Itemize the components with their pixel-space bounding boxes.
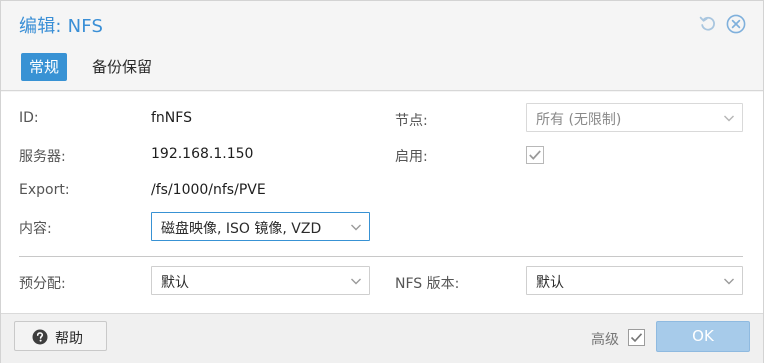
- server-label: 服务器:: [19, 149, 66, 165]
- advanced-label: 高级: [591, 332, 619, 348]
- preallocation-label: 预分配:: [19, 276, 66, 292]
- edit-nfs-dialog: 编辑: NFS 常规 备份保留 ID: fnNFS 服务器: 192.168.1…: [0, 0, 764, 363]
- chevron-down-icon[interactable]: [350, 275, 362, 287]
- tab-general[interactable]: 常规: [21, 53, 68, 81]
- refresh-icon[interactable]: [698, 14, 718, 34]
- export-label: Export:: [19, 182, 70, 198]
- enable-checkbox[interactable]: [526, 146, 544, 164]
- nfs-version-select-value: 默认: [536, 275, 564, 291]
- content-select-value: 磁盘映像, ISO 镜像, VZD: [161, 221, 322, 237]
- section-divider: [19, 256, 743, 257]
- id-label: ID:: [19, 110, 39, 126]
- server-value: 192.168.1.150: [151, 146, 254, 162]
- ok-button[interactable]: OK: [656, 321, 750, 352]
- content-select[interactable]: 磁盘映像, ISO 镜像, VZD: [151, 212, 370, 241]
- question-circle-icon: [32, 329, 48, 345]
- nfs-version-select[interactable]: 默认: [526, 266, 743, 295]
- close-icon[interactable]: [726, 14, 746, 34]
- export-value: /fs/1000/nfs/PVE: [151, 182, 266, 198]
- tab-backup-retention[interactable]: 备份保留: [84, 53, 160, 81]
- chevron-down-icon[interactable]: [350, 221, 362, 233]
- help-button[interactable]: 帮助: [14, 321, 107, 351]
- content-label: 内容:: [19, 221, 52, 237]
- general-panel: ID: fnNFS 服务器: 192.168.1.150 Export: /fs…: [1, 92, 763, 313]
- title-bar: 编辑: NFS: [1, 1, 763, 47]
- node-label: 节点:: [395, 113, 428, 129]
- advanced-checkbox[interactable]: [628, 329, 645, 346]
- chevron-down-icon[interactable]: [723, 112, 735, 124]
- help-button-label: 帮助: [55, 331, 83, 347]
- chevron-down-icon[interactable]: [723, 275, 735, 287]
- tab-bar: 常规 备份保留: [1, 47, 763, 91]
- node-select[interactable]: 所有 (无限制): [526, 103, 743, 132]
- preallocation-select-value: 默认: [161, 275, 189, 291]
- enable-label: 启用:: [395, 149, 428, 165]
- id-value: fnNFS: [151, 110, 192, 126]
- dialog-title: 编辑: NFS: [19, 16, 104, 37]
- nfs-version-label: NFS 版本:: [395, 276, 460, 292]
- node-select-value: 所有 (无限制): [536, 112, 622, 128]
- dialog-footer: 帮助 高级 OK: [1, 313, 763, 363]
- preallocation-select[interactable]: 默认: [151, 266, 370, 295]
